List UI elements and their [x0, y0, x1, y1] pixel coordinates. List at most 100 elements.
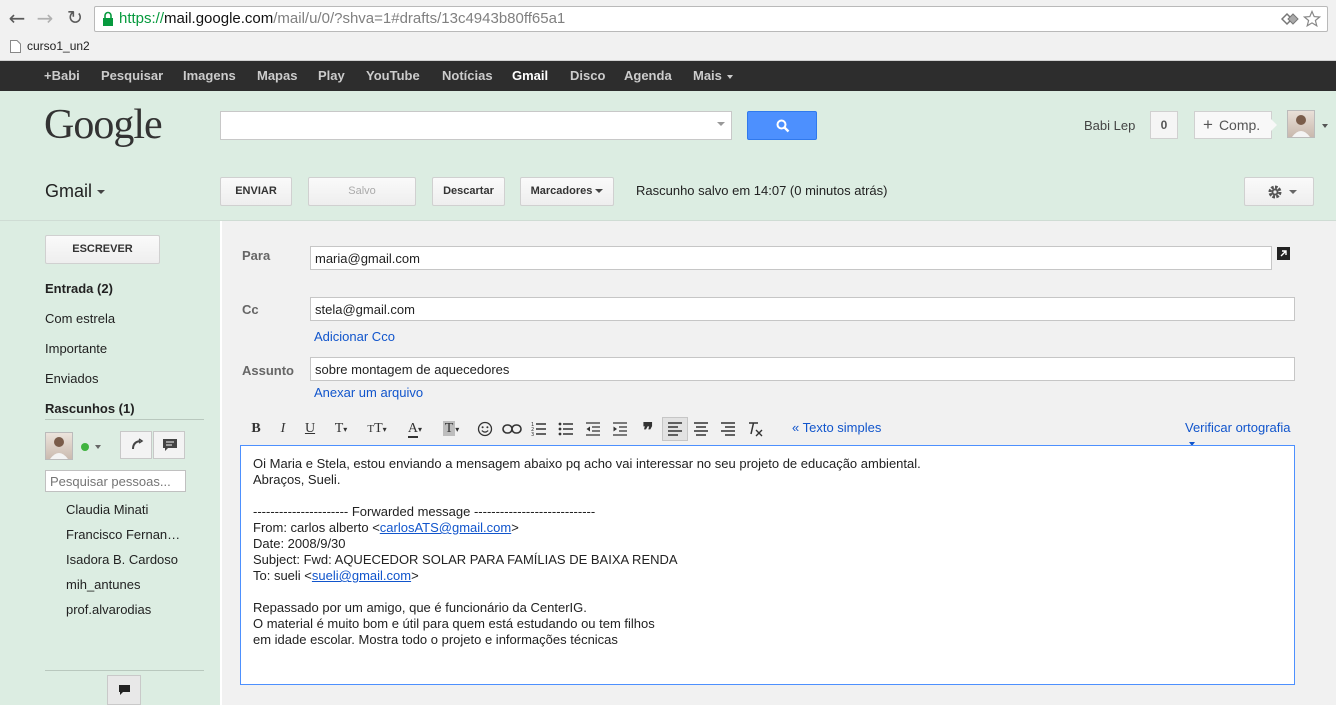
search-button[interactable]: [747, 111, 817, 140]
avatar-photo: [50, 437, 68, 459]
font-size-icon[interactable]: TT▾: [362, 417, 392, 441]
from-prefix: From: carlos alberto <: [253, 520, 380, 535]
formatting-toolbar: B I U T▾ TT▾ A▾ T ▾ 123 ❞ « Texto simple…: [242, 417, 1297, 446]
add-bcc-link[interactable]: Adicionar Cco: [314, 329, 395, 344]
gbar-play[interactable]: Play: [318, 68, 345, 83]
align-left-icon[interactable]: [662, 417, 688, 441]
chevron-down-icon[interactable]: [1322, 124, 1328, 128]
plain-text-link[interactable]: « Texto simples: [792, 420, 881, 435]
chevron-down-icon[interactable]: [95, 445, 101, 449]
sidebar-item-starred[interactable]: Com estrela: [45, 311, 115, 326]
gbar-mais-label: Mais: [693, 68, 722, 83]
gbar-plus-babi[interactable]: +Babi: [44, 68, 80, 83]
contact-item[interactable]: Claudia Minati: [66, 502, 196, 517]
sidebar-item-drafts[interactable]: Rascunhos (1): [45, 401, 135, 416]
people-search-input[interactable]: [45, 470, 186, 492]
text-color-icon[interactable]: A▾: [400, 417, 430, 441]
gbar-disco[interactable]: Disco: [570, 68, 605, 83]
to-label: Para: [242, 248, 271, 263]
gbar-gmail[interactable]: Gmail: [512, 68, 548, 83]
user-name[interactable]: Babi Lep: [1084, 118, 1135, 133]
underline-icon[interactable]: U: [300, 417, 320, 441]
italic-icon[interactable]: I: [273, 417, 293, 441]
chat-button[interactable]: [153, 431, 185, 459]
share-button[interactable]: + Comp.: [1194, 111, 1272, 139]
contact-item[interactable]: mih_antunes: [66, 577, 196, 592]
chevron-down-icon: [595, 189, 604, 194]
gbar-mais[interactable]: Mais: [693, 68, 733, 83]
gbar-youtube[interactable]: YouTube: [366, 68, 420, 83]
compose-button[interactable]: ESCREVER: [45, 235, 160, 264]
action-bar: Gmail ENVIAR Salvo Descartar Marcadores …: [0, 163, 1336, 221]
back-arrow-icon[interactable]: ←: [6, 7, 28, 29]
gmail-menu[interactable]: Gmail: [45, 181, 106, 202]
bookmark-item[interactable]: curso1_un2: [10, 39, 90, 53]
align-center-icon[interactable]: [690, 417, 712, 441]
to-field[interactable]: maria@gmail.com: [310, 246, 1272, 270]
contact-item[interactable]: Francisco Fernan…: [66, 527, 196, 542]
quote-icon[interactable]: ❞: [637, 417, 659, 442]
to-email-link[interactable]: sueli@gmail.com: [312, 568, 411, 583]
compose-panel: Para maria@gmail.com Cc stela@gmail.com …: [222, 221, 1336, 705]
online-status-icon[interactable]: [81, 443, 89, 451]
subject-label: Assunto: [242, 363, 294, 378]
forwarded-subject: Subject: Fwd: AQUECEDOR SOLAR PARA FAMÍL…: [253, 552, 678, 567]
call-button[interactable]: [120, 431, 152, 459]
plus-icon: +: [1203, 115, 1213, 134]
popout-icon[interactable]: [1277, 247, 1290, 260]
chat-toggle-button[interactable]: [107, 675, 141, 705]
highlight-color-icon[interactable]: T ▾: [436, 417, 466, 441]
bulleted-list-icon[interactable]: [555, 417, 577, 441]
emoji-icon[interactable]: [474, 417, 496, 441]
link-icon[interactable]: [500, 417, 524, 441]
spellcheck-label: Verificar ortografia: [1185, 420, 1291, 435]
body-line: Oi Maria e Stela, estou enviando a mensa…: [253, 456, 921, 471]
share-label: Comp.: [1218, 117, 1261, 133]
message-body-editor[interactable]: Oi Maria e Stela, estou enviando a mensa…: [240, 445, 1295, 685]
avatar-photo: [1292, 115, 1310, 137]
saved-button[interactable]: Salvo: [308, 177, 416, 206]
subject-field[interactable]: sobre montagem de aquecedores: [310, 357, 1295, 381]
google-logo[interactable]: Google: [44, 101, 163, 149]
contact-item[interactable]: Isadora B. Cardoso: [66, 552, 196, 567]
star-bookmark-icon[interactable]: [1303, 10, 1321, 28]
svg-text:3: 3: [531, 432, 534, 437]
remove-formatting-icon[interactable]: [744, 417, 768, 441]
to-suffix: >: [411, 568, 419, 583]
share-arrow: [1270, 118, 1277, 132]
sidebar-item-sent[interactable]: Enviados: [45, 371, 98, 386]
font-icon[interactable]: T▾: [328, 417, 354, 441]
chevron-down-icon[interactable]: [717, 122, 725, 126]
gbar-noticias[interactable]: Notícias: [442, 68, 493, 83]
discard-button[interactable]: Descartar: [432, 177, 505, 206]
sidebar-item-important[interactable]: Importante: [45, 341, 107, 356]
sidebar-item-inbox[interactable]: Entrada (2): [45, 281, 113, 296]
gbar-mapas[interactable]: Mapas: [257, 68, 297, 83]
cc-field[interactable]: stela@gmail.com: [310, 297, 1295, 321]
extension-icon[interactable]: [1281, 11, 1299, 27]
indent-less-icon[interactable]: [582, 417, 604, 441]
search-input[interactable]: [220, 111, 732, 140]
notifications-count[interactable]: 0: [1150, 111, 1178, 139]
indent-more-icon[interactable]: [609, 417, 631, 441]
gbar-pesquisar[interactable]: Pesquisar: [101, 68, 163, 83]
forward-arrow-icon[interactable]: →: [34, 7, 56, 29]
divider: [45, 419, 204, 420]
gbar-agenda[interactable]: Agenda: [624, 68, 672, 83]
avatar[interactable]: [1287, 110, 1315, 138]
address-bar[interactable]: https://mail.google.com/mail/u/0/?shva=1…: [94, 6, 1328, 32]
numbered-list-icon[interactable]: 123: [528, 417, 550, 441]
labels-button[interactable]: Marcadores: [520, 177, 614, 206]
align-right-icon[interactable]: [717, 417, 739, 441]
contact-item[interactable]: prof.alvarodias: [66, 602, 196, 617]
send-button[interactable]: ENVIAR: [220, 177, 292, 206]
settings-button[interactable]: [1244, 177, 1314, 206]
gear-icon: [1268, 185, 1282, 199]
attach-file-link[interactable]: Anexar um arquivo: [314, 385, 423, 400]
reload-icon[interactable]: ↻: [64, 7, 86, 29]
chat-avatar[interactable]: [45, 432, 73, 460]
bold-icon[interactable]: B: [246, 417, 266, 441]
from-email-link[interactable]: carlosATS@gmail.com: [380, 520, 511, 535]
body-line: Repassado por um amigo, que é funcionári…: [253, 600, 587, 615]
gbar-imagens[interactable]: Imagens: [183, 68, 236, 83]
